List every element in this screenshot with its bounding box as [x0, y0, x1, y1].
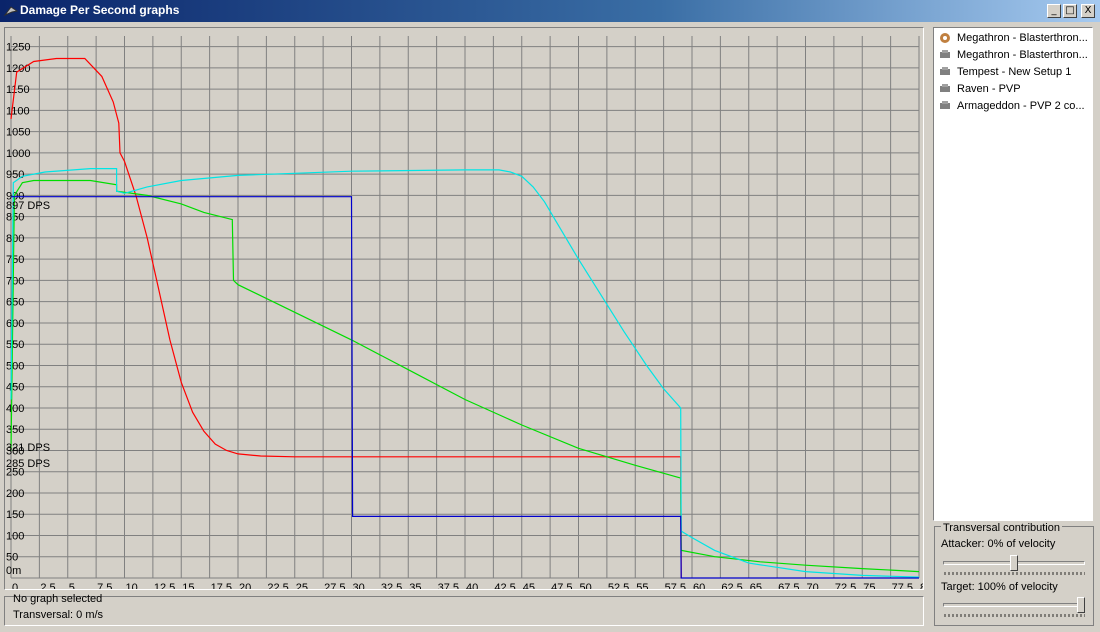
x-tick-label: 7.5: [97, 582, 112, 589]
dps-label-red: 321 DPS: [6, 442, 50, 454]
minimize-button[interactable]: _: [1047, 4, 1061, 18]
dps-label-blue: 897 DPS: [6, 200, 50, 212]
fit-list[interactable]: Megathron - Blasterthron... Megathron - …: [933, 27, 1093, 521]
fit-label: Raven - PVP: [957, 83, 1021, 95]
y-tick-label: 350: [6, 424, 24, 436]
target-slider-thumb[interactable]: [1077, 597, 1085, 613]
ship-icon: [940, 84, 950, 92]
x-tick-label: 40: [466, 582, 478, 589]
dps-graph[interactable]: 5010015020025030035040045050055060065070…: [5, 28, 923, 589]
y-tick-label: 50: [6, 552, 18, 564]
x-tick-label: 72.5: [835, 582, 856, 589]
list-item[interactable]: Megathron - Blasterthron...: [934, 30, 1092, 47]
x-tick-label: 42.5: [494, 582, 515, 589]
y-tick-label: 400: [6, 403, 24, 415]
close-button[interactable]: X: [1081, 4, 1095, 18]
x-tick-label: 70: [807, 582, 819, 589]
y-tick-label: 1150: [6, 84, 30, 96]
list-item[interactable]: Tempest - New Setup 1: [934, 64, 1092, 81]
x-tick-label: 65: [750, 582, 762, 589]
y-tick-label: 850: [6, 212, 24, 224]
app-icon: [3, 6, 19, 17]
x-tick-label: 32.5: [381, 582, 402, 589]
attacker-slider-ticks: [944, 572, 1085, 575]
y-tick-label: 650: [6, 297, 24, 309]
list-item[interactable]: Megathron - Blasterthron...: [934, 47, 1092, 64]
y-tick-label: 100: [6, 530, 24, 542]
x-tick-label: 67.5: [778, 582, 799, 589]
title-bar[interactable]: Damage Per Second graphs _ □ X: [0, 0, 1100, 22]
x-tick-label: 55: [636, 582, 648, 589]
dps-label-green: 285 DPS: [6, 458, 50, 470]
x-tick-label: 62.5: [721, 582, 742, 589]
attacker-slider-thumb[interactable]: [1010, 555, 1018, 571]
maximize-button[interactable]: □: [1063, 4, 1077, 18]
x-tick-label: 47.5: [551, 582, 572, 589]
y-tick-label: 1000: [6, 148, 30, 160]
y-tick-label: 1250: [6, 42, 30, 54]
x-tick-label: 80: [920, 582, 923, 589]
y-tick-label: 550: [6, 339, 24, 351]
x-tick-label: 15: [182, 582, 194, 589]
y-tick-label: 600: [6, 318, 24, 330]
grid: [10, 36, 920, 579]
x-tick-label: 50: [580, 582, 592, 589]
x-tick-label: 52.5: [608, 582, 629, 589]
x-tick-label: 22.5: [267, 582, 288, 589]
y-tick-label: 200: [6, 488, 24, 500]
y-tick-label: 700: [6, 275, 24, 287]
list-item[interactable]: Armageddon - PVP 2 co...: [934, 98, 1092, 115]
x-tick-label: 27.5: [324, 582, 345, 589]
transversal-status: Transversal: 0 m/s: [13, 609, 104, 621]
list-item[interactable]: Raven - PVP: [934, 81, 1092, 98]
attacker-label: Attacker: 0% of velocity: [941, 538, 1056, 550]
fit-label: Tempest - New Setup 1: [957, 66, 1072, 78]
status-box: No graph selected Transversal: 0 m/s: [4, 593, 924, 626]
target-label: Target: 100% of velocity: [941, 581, 1058, 593]
y-tick-label: 500: [6, 360, 24, 372]
y-tick-label: 1050: [6, 127, 30, 139]
x-tick-label: 20: [239, 582, 251, 589]
x-tick-label: 75: [863, 582, 875, 589]
x-tick-label: 12.5: [154, 582, 175, 589]
cog-icon: [940, 33, 950, 43]
x-tick-labels: 0 2.5 5 7.5 10 12.5 15 17.5 20 22.5 25 27.5 30 32.5 35…: [12, 582, 923, 589]
selection-status: No graph selected: [13, 593, 103, 605]
fit-label: Megathron - Blasterthron...: [957, 49, 1088, 61]
x-tick-label: 10: [126, 582, 138, 589]
fit-label: Megathron - Blasterthron...: [957, 32, 1088, 44]
ship-icon: [940, 50, 950, 58]
x-tick-label: 0: [12, 582, 18, 589]
series-line: [10, 57, 682, 579]
target-slider-ticks: [944, 614, 1085, 617]
x-tick-label: 2.5: [40, 582, 55, 589]
transversal-group-title: Transversal contribution: [941, 522, 1062, 534]
fit-label: Armageddon - PVP 2 co...: [957, 100, 1085, 112]
x-tick-label: 35: [409, 582, 421, 589]
x-tick-label: 17.5: [211, 582, 232, 589]
range-unit-label: 0m: [6, 565, 21, 577]
y-tick-label: 950: [6, 169, 24, 181]
x-tick-label: 30: [353, 582, 365, 589]
window-title: Damage Per Second graphs: [20, 3, 180, 17]
y-tick-label: 450: [6, 382, 24, 394]
ship-icon: [940, 67, 950, 75]
x-tick-label: 60: [693, 582, 705, 589]
target-slider[interactable]: [943, 603, 1085, 607]
x-tick-label: 45: [523, 582, 535, 589]
x-tick-label: 57.5: [665, 582, 686, 589]
y-tick-label: 800: [6, 233, 24, 245]
y-tick-label: 1100: [6, 105, 30, 117]
y-tick-label: 150: [6, 509, 24, 521]
x-tick-label: 25: [296, 582, 308, 589]
ship-icon: [940, 101, 950, 109]
y-tick-labels: 5010015020025030035040045050055060065070…: [6, 42, 30, 564]
x-tick-label: 77.5: [892, 582, 913, 589]
y-tick-label: 750: [6, 254, 24, 266]
x-tick-label: 37.5: [438, 582, 459, 589]
x-tick-label: 5: [69, 582, 75, 589]
y-tick-label: 1200: [6, 63, 30, 75]
